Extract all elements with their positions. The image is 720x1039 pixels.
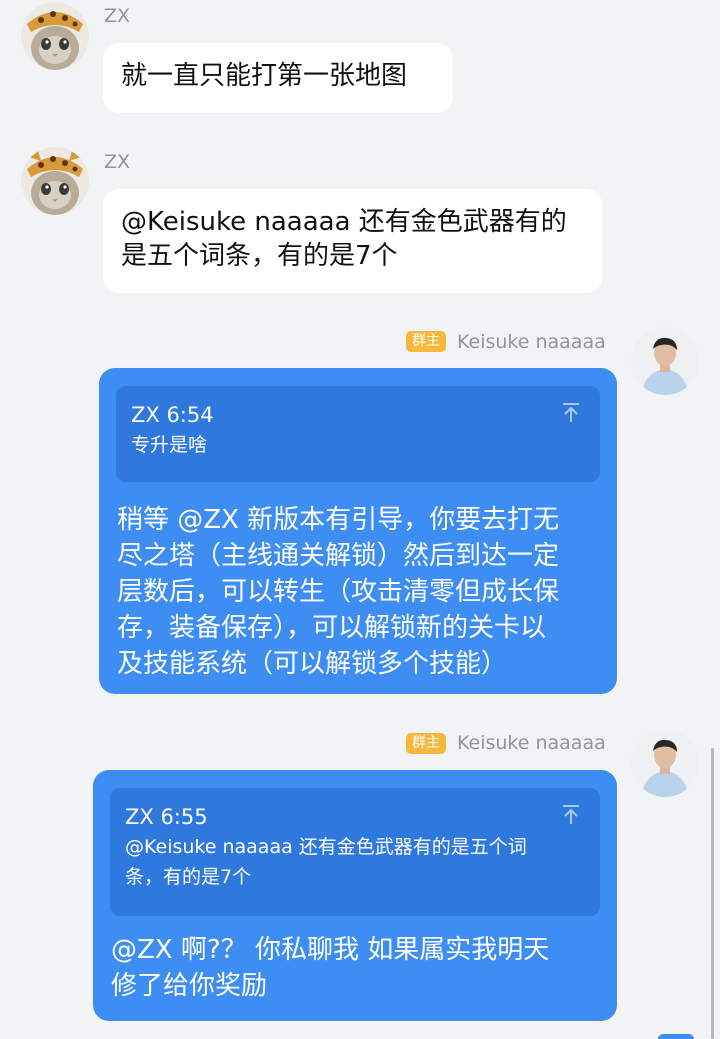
person-avatar-icon — [631, 729, 699, 797]
message-bubble[interactable]: ZX 6:54 专升是啥 稍等 @ZX 新版本有引导，你要去打无 尽之塔（主线通… — [99, 368, 617, 694]
sender-name: Keisuke naaaaa — [457, 732, 606, 754]
reply-text-line: 尽之塔（主线通关解锁）然后到达一定 — [117, 541, 560, 571]
arrow-up-to-line-icon[interactable] — [562, 804, 580, 826]
quote-text: 专升是啥 — [131, 434, 208, 456]
reply-text: @ZX 啊?？ 你私聊我 如果属实我明天 修了给你奖励 — [111, 932, 607, 1004]
message-bubble[interactable]: ZX 6:55 @Keisuke naaaaa 还有金色武器有的是五个词 条，有… — [93, 770, 617, 1021]
scrollbar[interactable] — [711, 748, 714, 1039]
cat-avatar-icon — [21, 147, 89, 215]
message-text-line: 是五个词条，有的是7个 — [121, 241, 398, 271]
reply-text-line: 修了给你奖励 — [111, 971, 268, 1001]
quoted-message[interactable]: ZX 6:55 @Keisuke naaaaa 还有金色武器有的是五个词 条，有… — [110, 788, 600, 916]
next-message-avatar — [658, 1034, 694, 1039]
reply-text: 稍等 @ZX 新版本有引导，你要去打无 尽之塔（主线通关解锁）然后到达一定 层数… — [117, 502, 607, 682]
sender-avatar-keisuke[interactable] — [631, 729, 699, 797]
reply-text-line: 存，装备保存），可以解锁新的关卡以 — [117, 613, 547, 643]
person-avatar-icon — [631, 327, 699, 395]
sender-avatar-keisuke[interactable] — [631, 327, 699, 395]
message-bubble[interactable]: @Keisuke naaaaa 还有金色武器有的 是五个词条，有的是7个 — [103, 189, 602, 293]
quote-text-line: @Keisuke naaaaa 还有金色武器有的是五个词 — [125, 836, 527, 858]
quote-header: ZX 6:54 — [131, 403, 214, 427]
reply-text-line: 及技能系统（可以解锁多个技能） — [117, 649, 508, 679]
message-text: 就一直只能打第一张地图 — [121, 61, 408, 91]
reply-text-line: 稍等 @ZX 新版本有引导，你要去打无 — [117, 505, 560, 535]
sender-avatar-zx[interactable] — [21, 147, 89, 215]
cat-avatar-icon — [21, 2, 89, 70]
quoted-message[interactable]: ZX 6:54 专升是啥 — [116, 386, 600, 482]
sender-name: Keisuke naaaaa — [457, 331, 606, 353]
group-owner-badge: 群主 — [406, 331, 446, 352]
arrow-up-to-line-icon[interactable] — [562, 402, 580, 424]
quote-text-line: 条，有的是7个 — [125, 866, 252, 888]
message-bubble[interactable]: 就一直只能打第一张地图 — [103, 43, 453, 113]
quote-header: ZX 6:55 — [125, 805, 208, 829]
sender-name: ZX — [104, 5, 131, 27]
message-text-line: @Keisuke naaaaa 还有金色武器有的 — [121, 207, 567, 237]
sender-name: ZX — [104, 151, 131, 173]
reply-text-line: @ZX 啊?？ 你私聊我 如果属实我明天 — [111, 935, 550, 965]
reply-text-line: 层数后，可以转生（攻击清零但成长保 — [117, 577, 560, 607]
group-owner-badge: 群主 — [406, 733, 446, 754]
sender-avatar-zx[interactable] — [21, 2, 89, 70]
